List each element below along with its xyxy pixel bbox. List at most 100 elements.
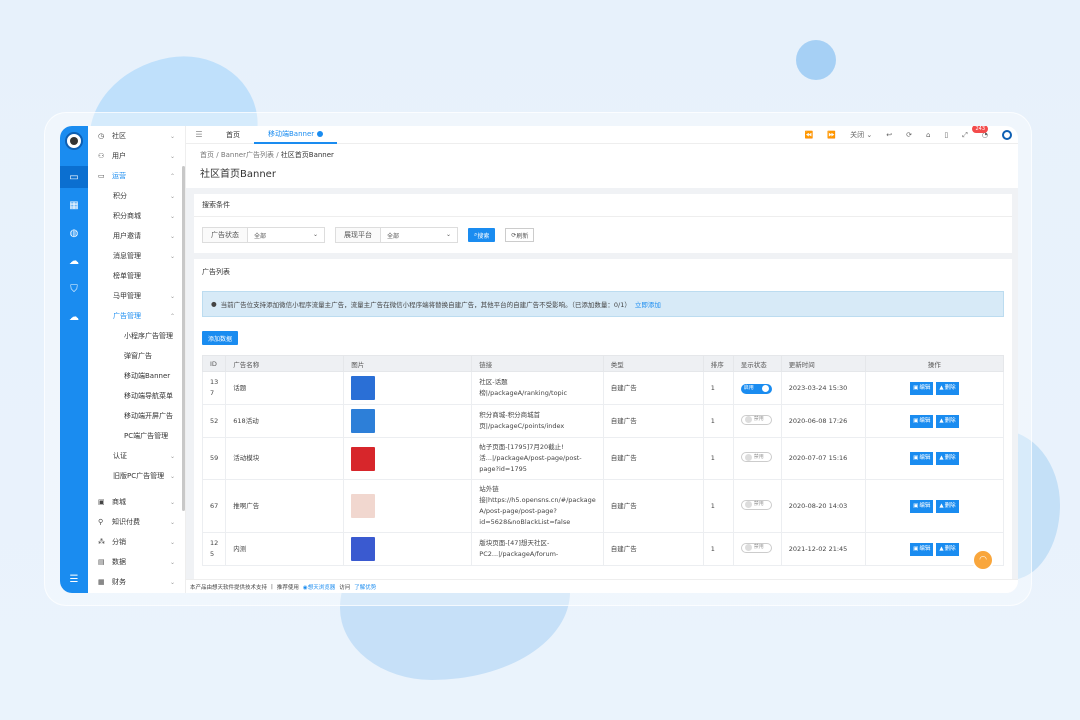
sidebar-item-label: 运营 <box>112 172 126 180</box>
add-now-link[interactable]: 立即添加 <box>635 299 661 309</box>
status-select-label: 广告状态 <box>203 228 248 242</box>
forward-icon[interactable]: ⏩ <box>827 131 836 139</box>
banner-thumbnail[interactable] <box>351 376 376 400</box>
back-icon[interactable]: ↩ <box>886 131 892 139</box>
cell-link: 版块页面-[47]想天社区- PC2...|/packageA/forum- <box>479 539 559 558</box>
banner-thumbnail[interactable] <box>351 409 376 433</box>
edit-button[interactable]: ▣ 编辑 <box>910 499 934 513</box>
add-data-button[interactable]: 添加数据 <box>202 331 239 345</box>
column-header: 排序 <box>702 355 734 372</box>
banner-thumbnail[interactable] <box>351 494 376 518</box>
monitor-icon[interactable]: ▭ <box>60 166 88 188</box>
lock-icon[interactable]: ⌂ <box>926 131 930 139</box>
sidebar-subitem[interactable]: 移动端导航菜单 <box>88 386 185 406</box>
status-toggle[interactable]: 禁用 <box>740 414 772 425</box>
sidebar-item[interactable]: ▤ 数据 ⌄ <box>88 552 185 572</box>
sidebar-item[interactable]: 旧版PC广告管理 ⌄ <box>88 466 185 486</box>
edit-button[interactable]: ▣ 编辑 <box>910 381 934 395</box>
sidebar-subitem[interactable]: 移动端Banner <box>88 366 185 386</box>
tab-home[interactable]: 首页 <box>212 126 254 144</box>
banner-thumbnail[interactable] <box>351 446 376 471</box>
op-label: 编辑 <box>919 384 931 391</box>
edit-button[interactable]: ▣ 编辑 <box>910 414 934 428</box>
refresh-icon[interactable]: ⟳ <box>906 131 912 139</box>
delete-button[interactable]: ▲ 删除 <box>936 499 959 513</box>
sidebar-item[interactable]: ▭ 运营 ⌃ <box>88 166 185 186</box>
chevron-down-icon: ⌄ <box>312 230 318 238</box>
user-icon: ⚇ <box>98 152 105 160</box>
close-menu[interactable]: 关闭 ⌄ <box>850 130 872 140</box>
sidebar-item[interactable]: 用户邀请 ⌄ <box>88 226 185 246</box>
sidebar-item[interactable]: ▦ 财务 ⌄ <box>88 572 185 592</box>
sidebar-item-label: 社区 <box>112 132 126 140</box>
status-toggle[interactable]: 启用 <box>740 383 772 394</box>
status-label: 启用 <box>743 385 754 392</box>
sidebar-item[interactable]: 榜单管理 <box>88 266 185 286</box>
browser-link[interactable]: ◉想天浏览器 <box>303 583 335 591</box>
avatar[interactable] <box>65 132 83 150</box>
chevron-down-icon: ⌄ <box>169 472 175 480</box>
sidebar-item[interactable]: ⚇ 用户 ⌄ <box>88 146 185 166</box>
chat-icon[interactable]: ◠ <box>972 549 994 571</box>
cloud-icon[interactable]: ☁ <box>60 250 88 272</box>
sidebar-item[interactable]: ⁂ 分销 ⌄ <box>88 532 185 552</box>
sidebar-subitem[interactable]: 移动端开屏广告 <box>88 406 185 426</box>
close-tab-icon[interactable] <box>317 130 324 137</box>
sidebar-item[interactable]: ◷ 社区 ⌄ <box>88 126 185 146</box>
cloud-upload-icon[interactable]: ☁ <box>60 306 88 328</box>
status-select[interactable]: 广告状态 全部 ⌄ <box>202 227 325 243</box>
cell-sort: 1 <box>710 383 715 392</box>
tab-mobile-banner[interactable]: 移动端Banner <box>254 126 338 144</box>
status-toggle[interactable]: 禁用 <box>740 499 772 510</box>
learn-more-link[interactable]: 了解优势 <box>354 583 376 591</box>
table-row: 67 推啊广告 站外链 接|https://h5.opensns.cn/#/pack… <box>201 479 1005 533</box>
refresh-button[interactable]: ⟳ 刷新 <box>505 228 535 242</box>
chevron-down-icon: ⌄ <box>169 132 175 140</box>
status-toggle[interactable]: 禁用 <box>740 452 772 463</box>
user-avatar[interactable] <box>1002 130 1012 140</box>
sidebar-item[interactable]: 广告管理 ⌃ <box>88 306 185 326</box>
toggle-knob <box>744 453 752 461</box>
delete-button[interactable]: ▲ 删除 <box>936 542 959 556</box>
menu-toggle-icon[interactable]: ☰ <box>70 574 79 585</box>
breadcrumb-item[interactable]: Banner广告列表 <box>221 151 274 159</box>
sidebar-item[interactable]: ⚲ 知识付费 ⌄ <box>88 512 185 532</box>
sidebar-subitem[interactable]: PC端广告管理 <box>88 426 185 446</box>
op-label: 编辑 <box>919 545 931 552</box>
browser-name: 想天浏览器 <box>307 584 336 591</box>
sidebar-item[interactable]: 马甲管理 ⌄ <box>88 286 185 306</box>
collapse-icon[interactable]: ☰ <box>186 130 212 139</box>
edit-button[interactable]: ▣ 编辑 <box>910 452 934 465</box>
sidebar-item[interactable]: ▣ 商城 ⌄ <box>88 492 185 512</box>
shop-icon: ▣ <box>98 498 105 506</box>
cell-time: 2020-08-20 14:03 <box>788 501 848 510</box>
sidebar-item[interactable]: 消息管理 ⌄ <box>88 246 185 266</box>
delete-button[interactable]: ▲ 删除 <box>936 414 959 428</box>
sidebar-item[interactable]: 认证 ⌄ <box>88 446 185 466</box>
search-button[interactable]: ⌕ 搜索 <box>468 228 496 242</box>
background-blob <box>796 40 836 80</box>
status-toggle[interactable]: 禁用 <box>740 542 772 553</box>
cell-link: 积分商城-积分商城首 页|/packageC/points/index <box>479 411 565 430</box>
grid-icon[interactable]: ▦ <box>60 194 88 216</box>
rewind-icon[interactable]: ⏪ <box>805 131 814 139</box>
sidebar-item[interactable]: 积分 ⌄ <box>88 186 185 206</box>
edit-button[interactable]: ▣ 编辑 <box>910 542 934 556</box>
sidebar-scrollbar[interactable] <box>182 166 185 511</box>
footer: 本产品由想天软件提供技术支持 | 推荐使用 ◉想天浏览器 访问 了解优势 <box>186 579 1018 593</box>
warning-icon: ▲ <box>939 384 944 391</box>
platform-select[interactable]: 展现平台 全部 ⌄ <box>335 227 458 243</box>
banner-thumbnail[interactable] <box>351 537 376 561</box>
delete-button[interactable]: ▲ 删除 <box>936 452 959 465</box>
sidebar-subitem[interactable]: 小程序广告管理 <box>88 326 185 346</box>
footer-separator: | <box>271 583 273 590</box>
warning-icon: ▲ <box>939 502 944 509</box>
delete-button[interactable]: ▲ 删除 <box>936 381 959 395</box>
sidebar-item[interactable]: 积分商城 ⌄ <box>88 206 185 226</box>
mobile-icon[interactable]: ▯ <box>944 131 948 139</box>
breadcrumb-item[interactable]: 首页 <box>200 151 214 159</box>
globe-icon[interactable]: ◍ <box>60 222 88 244</box>
fullscreen-icon[interactable]: ⤢ <box>962 131 968 140</box>
shield-icon[interactable]: ⛉ <box>60 278 88 300</box>
sidebar-subitem[interactable]: 弹窗广告 <box>88 346 185 366</box>
